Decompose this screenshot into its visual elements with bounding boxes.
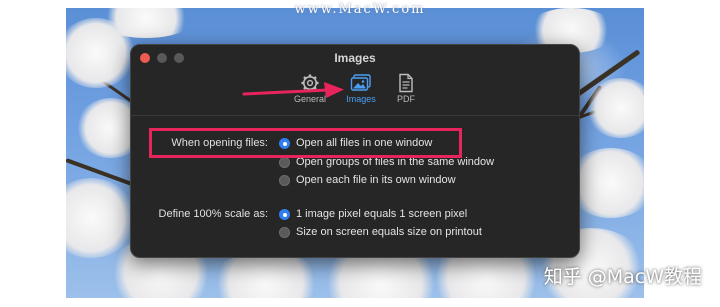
highlight-box xyxy=(149,128,462,158)
option-size-screen-printout[interactable]: Size on screen equals size on printout xyxy=(296,226,482,238)
scale-label: Define 100% scale as: xyxy=(158,208,268,220)
watermark-top: www.MacW.com xyxy=(294,2,426,17)
option-open-each-own-window[interactable]: Open each file in its own window xyxy=(296,174,456,186)
pdf-document-icon xyxy=(399,73,413,93)
option-image-pixel-screen-pixel[interactable]: 1 image pixel equals 1 screen pixel xyxy=(296,208,467,220)
radio-size-screen-printout[interactable] xyxy=(279,227,290,238)
watermark-bottom: 知乎 @MacW教程 xyxy=(543,266,702,288)
tab-pdf-label: PDF xyxy=(397,94,415,104)
images-icon xyxy=(350,74,371,91)
radio-open-each-own-window[interactable] xyxy=(279,175,290,186)
window-title: Images xyxy=(334,51,376,65)
radio-image-pixel-screen-pixel[interactable] xyxy=(279,209,290,220)
tab-pdf[interactable]: PDF xyxy=(381,73,431,104)
red-arrow-annotation xyxy=(242,82,344,98)
toolbar-divider xyxy=(131,115,579,116)
radio-open-groups-same-window[interactable] xyxy=(279,157,290,168)
